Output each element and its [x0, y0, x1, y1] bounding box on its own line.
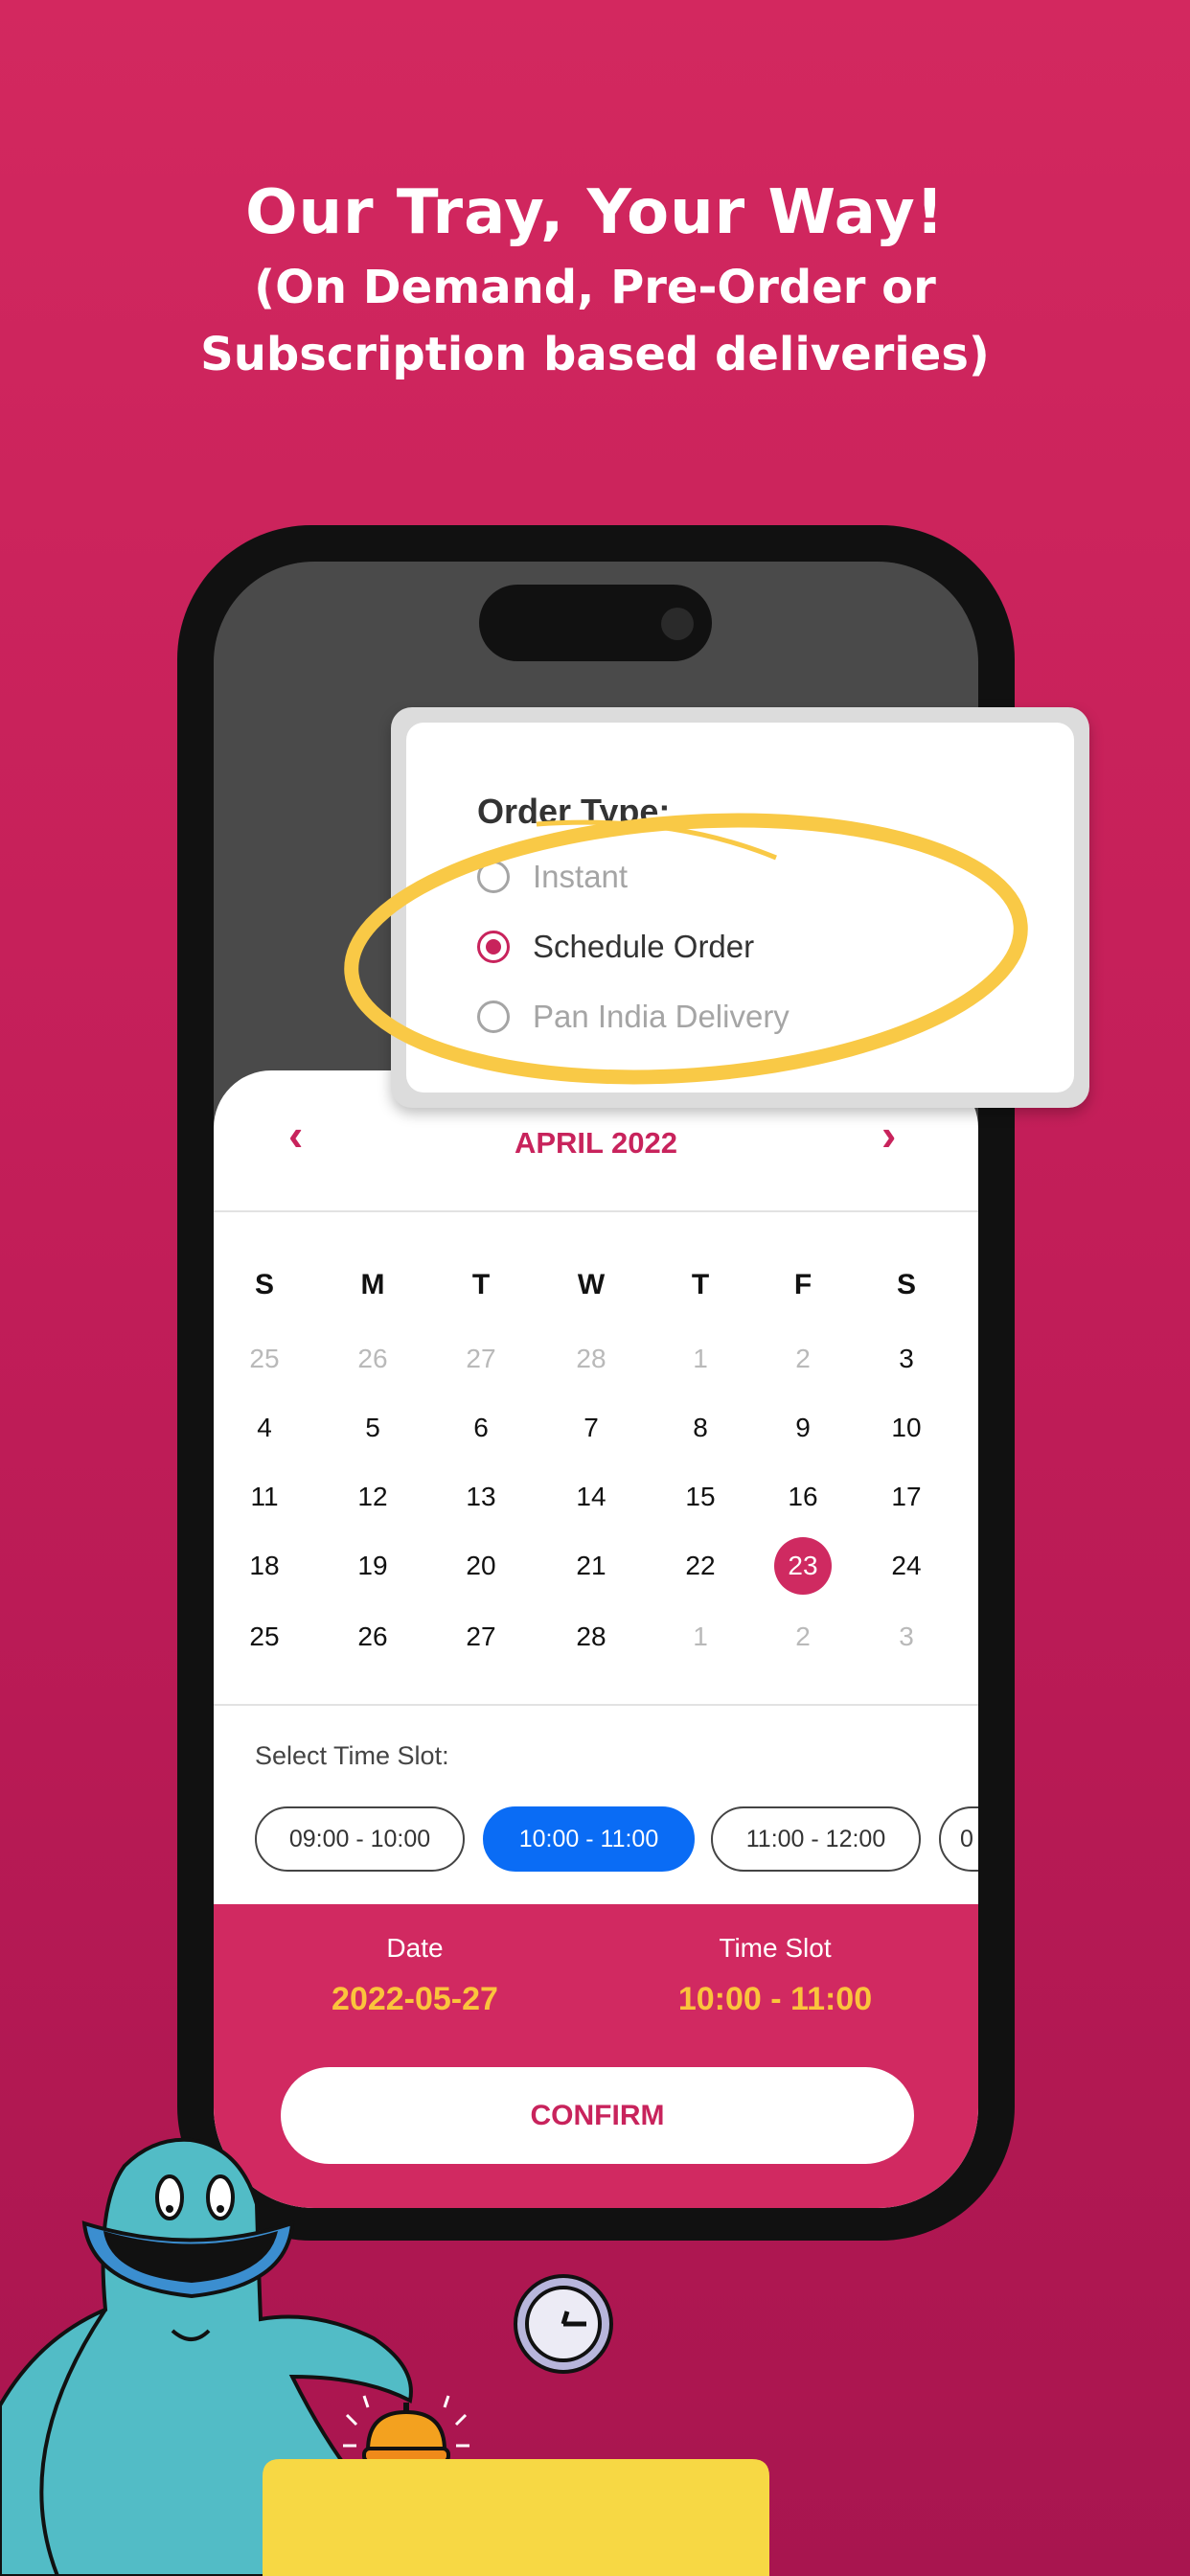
calendar-day[interactable]: 4 — [231, 1399, 298, 1457]
calendar-day[interactable]: 9 — [769, 1399, 836, 1457]
calendar-day[interactable]: 15 — [667, 1468, 734, 1526]
calendar-day[interactable]: 27 — [447, 1330, 515, 1388]
calendar-day[interactable]: 25 — [231, 1330, 298, 1388]
calendar-day[interactable]: 14 — [558, 1468, 625, 1526]
calendar-day[interactable]: 19 — [339, 1537, 406, 1595]
service-bell-icon — [343, 2395, 469, 2464]
weekday-header: S — [254, 1269, 274, 1300]
calendar-day[interactable]: 6 — [447, 1399, 515, 1457]
weekday-header: M — [360, 1269, 385, 1300]
calendar-day[interactable]: 26 — [339, 1608, 406, 1666]
calendar-day[interactable]: 13 — [447, 1468, 515, 1526]
calendar-day[interactable]: 26 — [339, 1330, 406, 1388]
weekday-header: S — [896, 1269, 916, 1300]
calendar-day[interactable]: 28 — [558, 1330, 625, 1388]
calendar-day[interactable]: 3 — [873, 1330, 940, 1388]
calendar-day[interactable]: 10 — [873, 1399, 940, 1457]
calendar-day[interactable]: 8 — [667, 1399, 734, 1457]
weekday-header: T — [691, 1269, 710, 1300]
calendar-day[interactable]: 1 — [667, 1330, 734, 1388]
calendar-day[interactable]: 3 — [873, 1608, 940, 1666]
calendar-day[interactable]: 25 — [231, 1608, 298, 1666]
promo-canvas: Our Tray, Your Way! (On Demand, Pre-Orde… — [0, 0, 1190, 2576]
calendar-day[interactable]: 28 — [558, 1608, 625, 1666]
weekday-header: F — [793, 1269, 812, 1300]
calendar-day[interactable]: 2 — [769, 1330, 836, 1388]
calendar-day[interactable]: 21 — [558, 1537, 625, 1595]
calendar-day[interactable]: 1 — [667, 1608, 734, 1666]
calendar-day[interactable]: 24 — [873, 1537, 940, 1595]
calendar-day[interactable]: 22 — [667, 1537, 734, 1595]
counter-desk — [263, 2459, 769, 2576]
calendar-day[interactable]: 20 — [447, 1537, 515, 1595]
wall-clock-icon — [514, 2274, 613, 2374]
calendar-day[interactable]: 2 — [769, 1608, 836, 1666]
calendar-day[interactable]: 7 — [558, 1399, 625, 1457]
calendar-day[interactable]: 16 — [769, 1468, 836, 1526]
weekday-header: T — [471, 1269, 491, 1300]
calendar-day-selected[interactable]: 23 — [769, 1537, 836, 1595]
calendar-day[interactable]: 27 — [447, 1608, 515, 1666]
calendar-day[interactable]: 12 — [339, 1468, 406, 1526]
calendar-day[interactable]: 18 — [231, 1537, 298, 1595]
calendar-day[interactable]: 11 — [231, 1468, 298, 1526]
calendar-day[interactable]: 5 — [339, 1399, 406, 1457]
weekday-header: W — [577, 1269, 606, 1300]
calendar-day[interactable]: 17 — [873, 1468, 940, 1526]
